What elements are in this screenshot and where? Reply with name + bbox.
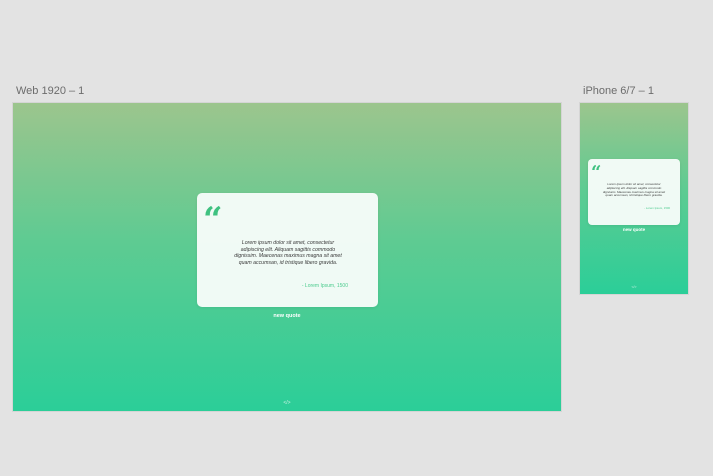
artboard-label-iphone[interactable]: iPhone 6/7 – 1 <box>583 85 654 97</box>
quote-mark-icon: “ <box>203 200 223 240</box>
quote-card: “ Lorem ipsum dolor sit amet, consectetu… <box>588 159 680 225</box>
new-quote-button[interactable]: new quote <box>619 227 649 232</box>
quote-text: Lorem ipsum dolor sit amet, consectetur … <box>234 240 342 266</box>
quote-author: - Lorem Ipsum, 1500 <box>644 206 670 210</box>
new-quote-button[interactable]: new quote <box>262 313 312 319</box>
quote-mark-icon: “ <box>591 162 602 183</box>
artboard-iphone[interactable]: “ Lorem ipsum dolor sit amet, consectetu… <box>580 103 688 294</box>
footer-code-icon: </> <box>283 400 291 406</box>
footer-code-icon: </> <box>631 285 637 289</box>
quote-text: Lorem ipsum dolor sit amet, consectetur … <box>602 182 666 198</box>
quote-card: “ Lorem ipsum dolor sit amet, consectetu… <box>197 193 378 307</box>
artboard-web[interactable]: “ Lorem ipsum dolor sit amet, consectetu… <box>13 103 561 411</box>
quote-author: - Lorem Ipsum, 1500 <box>301 283 348 289</box>
artboard-label-web[interactable]: Web 1920 – 1 <box>16 85 84 97</box>
